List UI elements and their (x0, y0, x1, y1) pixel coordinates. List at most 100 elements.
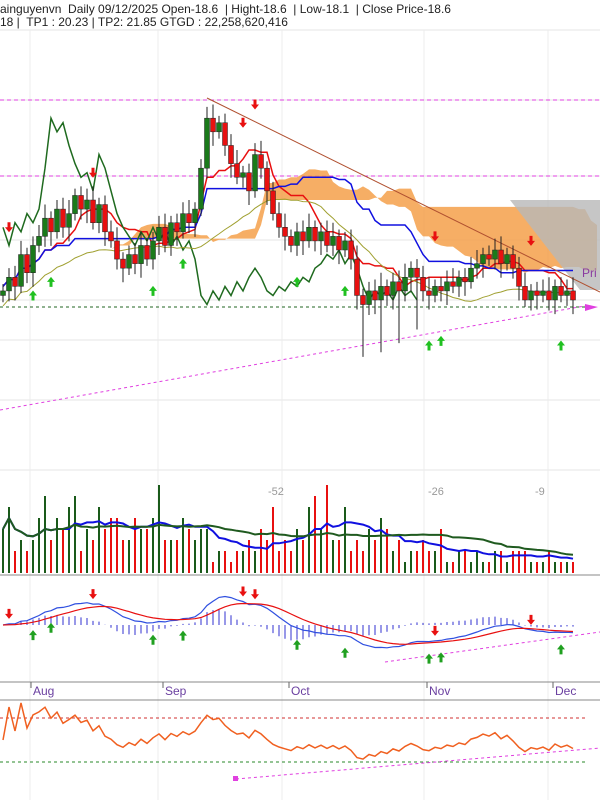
candle-body (492, 249, 498, 260)
month-label: Dec (555, 684, 576, 698)
candle-body (438, 286, 444, 292)
candle-body (396, 281, 402, 292)
candle-body (360, 295, 366, 305)
candle-body (462, 277, 468, 283)
candle-body (294, 231, 300, 246)
candle-body (174, 222, 180, 233)
candle-body (330, 236, 336, 246)
candle-body (54, 208, 60, 233)
candle-body (510, 254, 516, 269)
buy-arrow-icon (47, 276, 55, 287)
buy-arrow-icon (293, 276, 301, 287)
candle-body (72, 195, 78, 214)
candle-body (18, 254, 24, 287)
sell-arrow-icon (5, 222, 13, 233)
volume-ma-fast (2, 515, 574, 560)
sell-arrow-icon (431, 625, 439, 636)
candle-body (156, 227, 162, 242)
candle-body (270, 190, 276, 214)
candle-body (138, 245, 144, 264)
rsi-line (2, 702, 574, 760)
candle-body (282, 227, 288, 237)
buy-arrow-icon (179, 258, 187, 269)
candle-body (468, 267, 474, 283)
candle-body (204, 117, 210, 169)
buy-arrow-icon (557, 644, 565, 655)
candle-body (186, 213, 192, 223)
macd-trendline (384, 631, 600, 663)
candle-body (84, 199, 90, 210)
macd-panel (2, 595, 600, 663)
buy-arrow-icon (341, 647, 349, 658)
candle-body (486, 254, 492, 260)
sell-arrow-icon (251, 589, 259, 600)
candle-body (78, 195, 84, 210)
candle-body (168, 222, 174, 246)
candle-body (108, 231, 114, 242)
sell-arrow-icon (239, 586, 247, 597)
candle-body (312, 227, 318, 242)
candle-body (306, 227, 312, 242)
candle-body (246, 172, 252, 192)
month-label: Aug (33, 684, 54, 698)
candle-body (336, 236, 342, 251)
month-label: Oct (291, 684, 310, 698)
candle-body (132, 254, 138, 264)
candle-body (498, 249, 504, 264)
candle-body (216, 122, 222, 133)
buy-arrow-icon (437, 652, 445, 663)
candle-body (342, 240, 348, 251)
stock-chart: Pri -52 -26 -9 Aug Sep Oct Nov Dec (0, 29, 600, 800)
candle-body (348, 240, 354, 260)
volume-label: -26 (428, 486, 444, 498)
candle-body (60, 208, 66, 228)
support-arrow-icon (585, 304, 598, 311)
candle-body (48, 217, 54, 233)
candle-body (102, 204, 108, 233)
candle-body (24, 254, 30, 273)
candle-body (258, 154, 264, 169)
candle-body (324, 231, 330, 246)
buy-arrow-icon (47, 622, 55, 633)
volume-bars (2, 485, 574, 573)
volume-ma-slow (2, 515, 574, 556)
candle-body (384, 286, 390, 296)
candle-body (42, 217, 48, 237)
candle-body (0, 290, 6, 296)
sell-arrow-icon (527, 614, 535, 625)
candle-body (318, 231, 324, 242)
candle-body (30, 245, 36, 273)
buy-arrow-icon (437, 335, 445, 346)
rsi-panel (0, 702, 600, 781)
candle-body (114, 240, 120, 260)
candle-body (144, 245, 150, 260)
candle-body (426, 290, 432, 296)
candle-body (372, 290, 378, 301)
price-tag: Pri (582, 266, 597, 280)
candle-body (528, 290, 534, 301)
candle-body (390, 281, 396, 296)
candle-body (540, 290, 546, 296)
buy-arrow-icon (425, 653, 433, 664)
buy-arrow-icon (149, 634, 157, 645)
buy-arrow-icon (149, 285, 157, 296)
candle-body (564, 290, 570, 296)
candle-body (288, 236, 294, 246)
candle-body (228, 145, 234, 164)
candle-body (12, 277, 18, 287)
candle-body (192, 208, 198, 223)
rsi-marker (233, 776, 238, 781)
chart-header-ohlc: ainguyenvn Daily 09/12/2025 Open-18.6 | … (0, 2, 451, 16)
candle-body (456, 277, 462, 287)
support-trendline (0, 304, 591, 411)
candle-body (354, 258, 360, 296)
candle-body (36, 236, 42, 246)
candle-body (546, 290, 552, 301)
candle-body (150, 240, 156, 260)
macd-line (2, 595, 574, 649)
candle-body (96, 204, 102, 223)
rsi-trendline (235, 747, 600, 780)
candle-body (66, 213, 72, 228)
candle-body (432, 286, 438, 296)
buy-arrow-icon (179, 630, 187, 641)
